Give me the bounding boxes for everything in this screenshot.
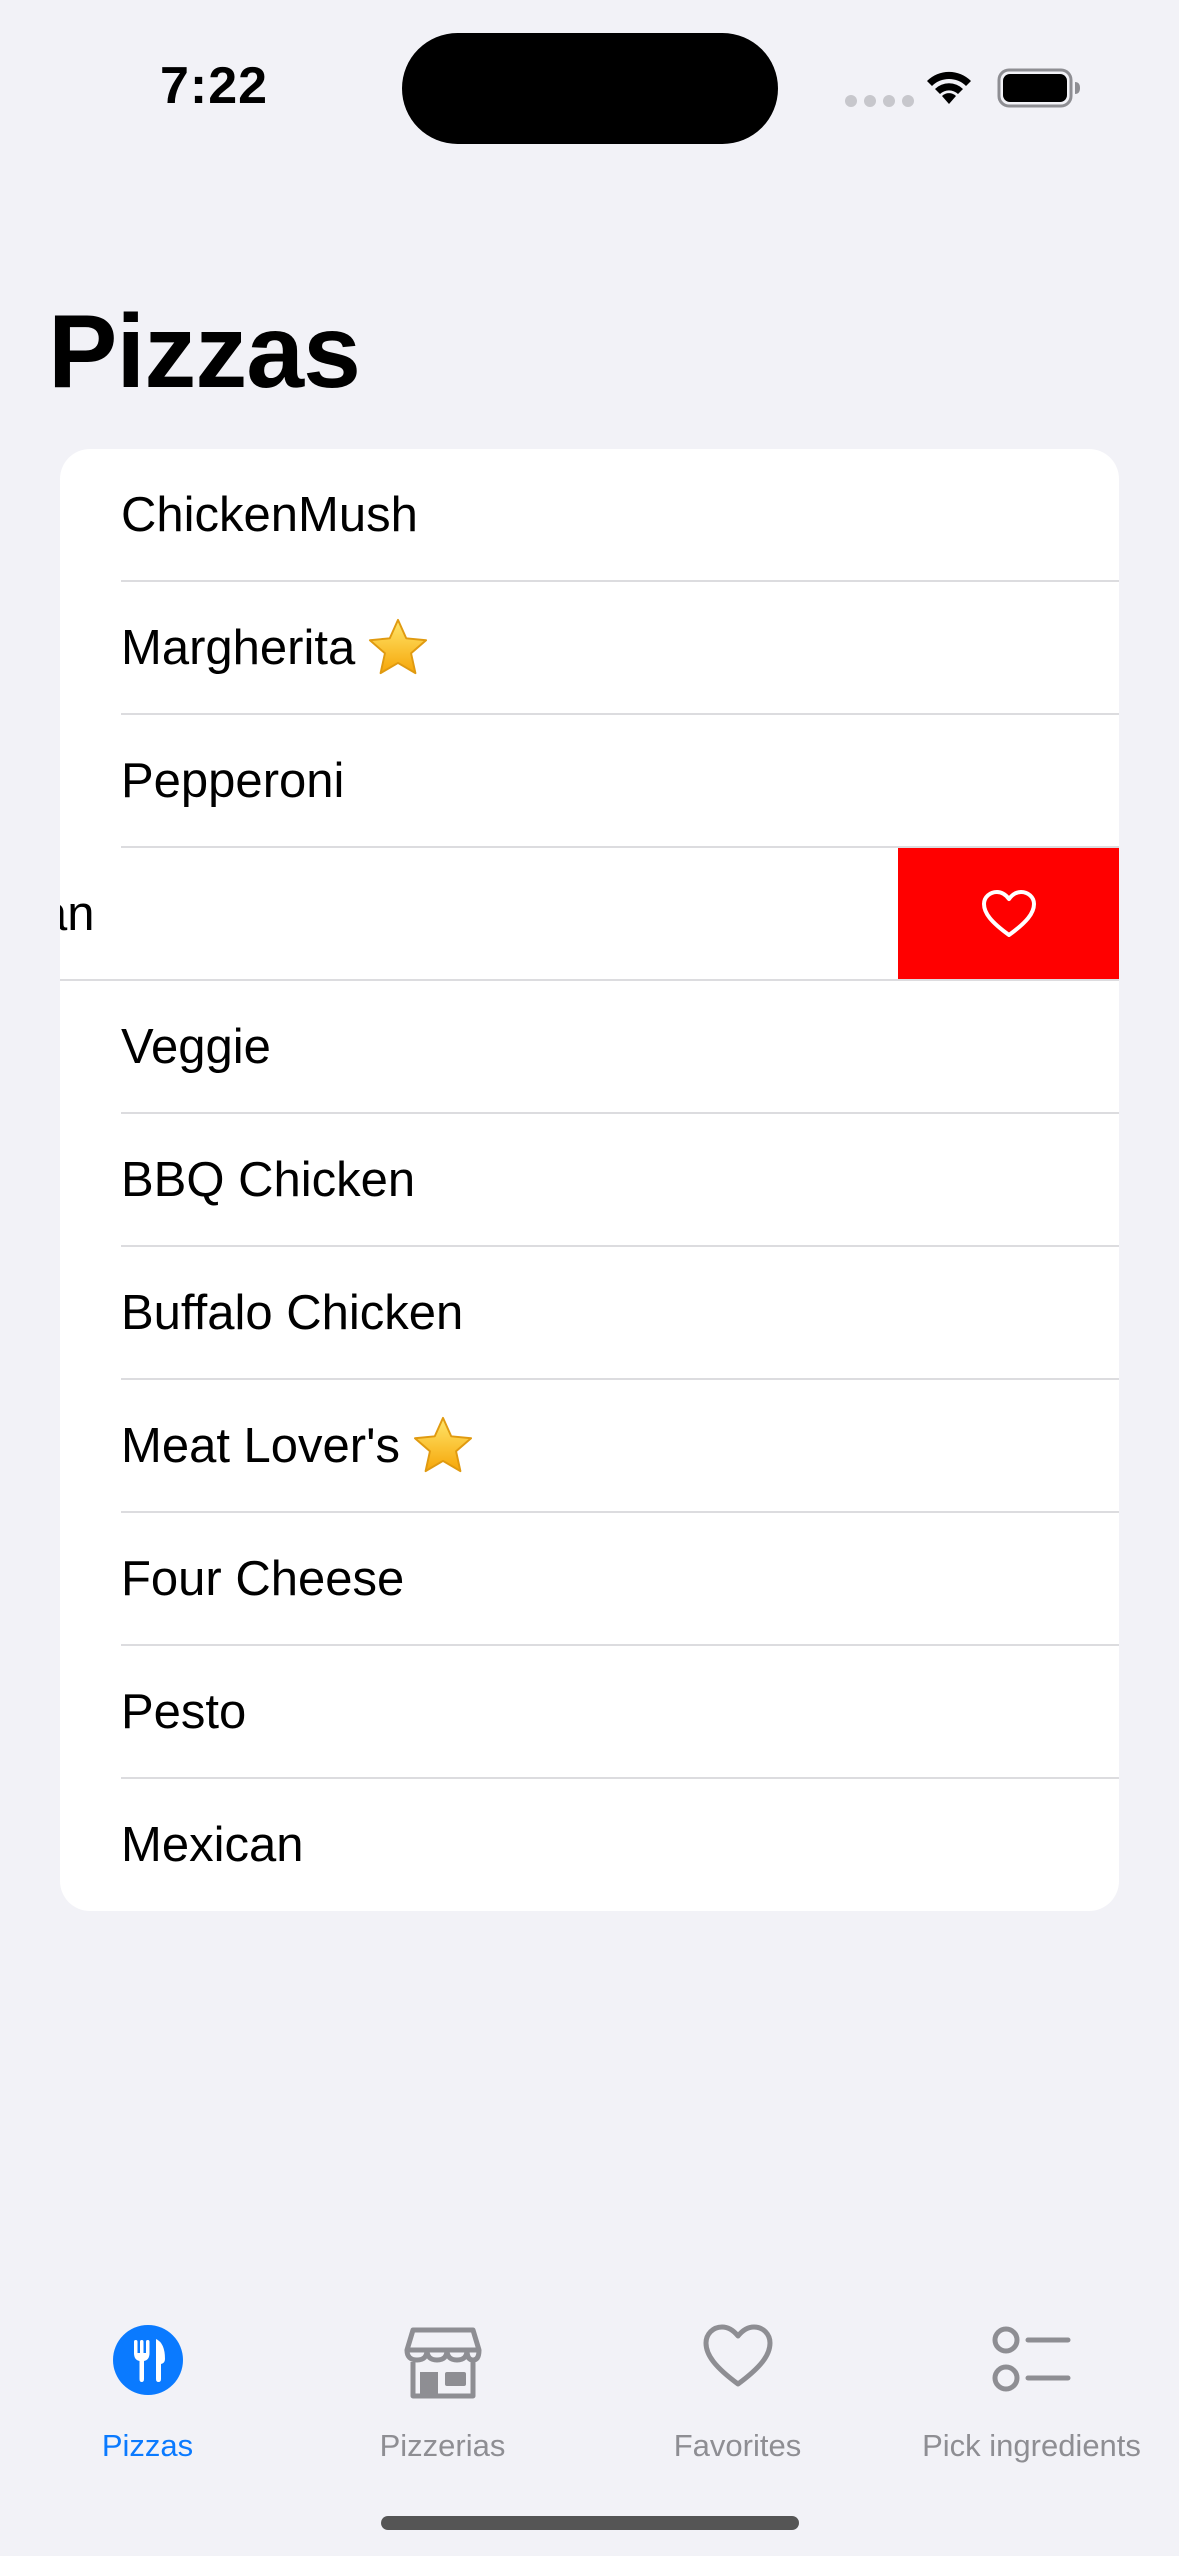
list-checklist-icon xyxy=(992,2326,1070,2392)
list-item-swiped[interactable]: an xyxy=(60,848,1119,981)
heart-icon xyxy=(981,889,1036,937)
list-item-label: Four Cheese xyxy=(121,1552,405,1606)
tab-favorites[interactable]: Favorites xyxy=(590,2300,885,2470)
list-item[interactable]: Meat Lover's xyxy=(60,1380,1119,1513)
list-item[interactable]: Pesto xyxy=(60,1646,1119,1779)
list-item[interactable]: Margherita xyxy=(60,582,1119,715)
list-item-label: Mexican xyxy=(121,1818,304,1872)
tab-pizzas[interactable]: Pizzas xyxy=(0,2300,295,2470)
list-item[interactable]: ChickenMush xyxy=(60,449,1119,582)
list-item[interactable]: Pepperoni xyxy=(60,715,1119,848)
list-item[interactable]: Buffalo Chicken xyxy=(60,1247,1119,1380)
list-item-label: ChickenMush xyxy=(121,488,418,542)
page-title: Pizzas xyxy=(48,294,361,410)
list-item-label: an xyxy=(60,887,95,941)
fork-knife-icon xyxy=(112,2325,183,2395)
list-item-label: BBQ Chicken xyxy=(121,1153,416,1207)
cellular-signal-icon xyxy=(845,95,914,107)
dynamic-island xyxy=(402,33,778,144)
list-item-label: Veggie xyxy=(121,1020,271,1074)
storefront-icon xyxy=(404,2327,481,2399)
star-icon xyxy=(413,1416,473,1473)
tab-label: Pick ingredients xyxy=(922,2428,1141,2463)
pizza-list: ChickenMush Margherita Pepperoni an Vegg… xyxy=(60,449,1119,1911)
home-indicator xyxy=(381,2516,799,2530)
list-item-label: Pepperoni xyxy=(121,754,345,808)
tab-pick-ingredients[interactable]: Pick ingredients xyxy=(884,2300,1179,2470)
list-item[interactable]: Veggie xyxy=(60,981,1119,1114)
list-item-label: Margherita xyxy=(121,582,429,715)
list-item-label: Pesto xyxy=(121,1685,247,1739)
list-item[interactable]: BBQ Chicken xyxy=(60,1114,1119,1247)
favorite-swipe-action-button[interactable] xyxy=(898,848,1119,979)
list-item[interactable]: Four Cheese xyxy=(60,1513,1119,1646)
heart-icon xyxy=(703,2324,772,2387)
list-item-label: Buffalo Chicken xyxy=(121,1286,464,1340)
wifi-icon xyxy=(927,71,971,104)
tab-label: Pizzerias xyxy=(379,2428,506,2463)
tab-pizzerias[interactable]: Pizzerias xyxy=(295,2300,590,2470)
list-item-label: Meat Lover's xyxy=(121,1380,474,1513)
status-bar: 7:22 xyxy=(0,0,1179,170)
star-icon xyxy=(369,618,428,675)
battery-icon xyxy=(997,68,1080,108)
list-item[interactable]: Mexican xyxy=(60,1779,1119,1911)
status-time: 7:22 xyxy=(160,57,269,115)
tab-label: Pizzas xyxy=(101,2428,194,2463)
tab-label: Favorites xyxy=(673,2428,802,2463)
